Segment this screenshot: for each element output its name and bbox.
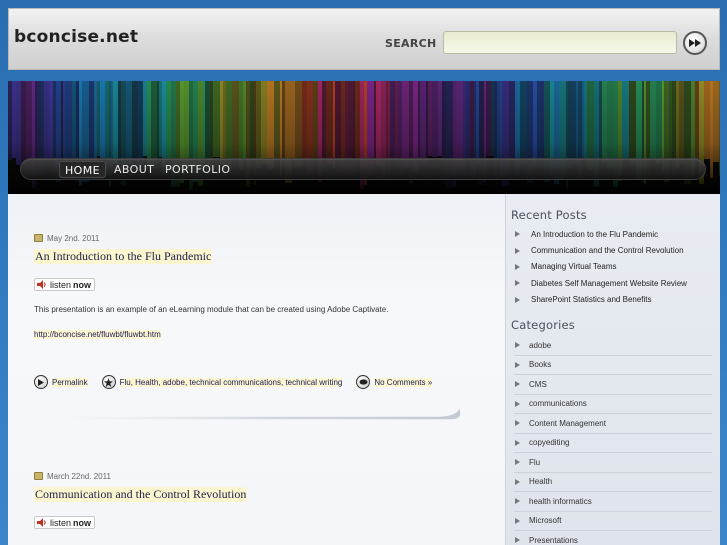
recent-post-item[interactable]: Managing Virtual Teams xyxy=(514,259,712,275)
category-item[interactable]: copyediting xyxy=(514,434,712,453)
post-meta: Permalink Flu, Health, adobe, technical … xyxy=(34,375,433,389)
star-icon xyxy=(101,375,116,389)
category-item[interactable]: Content Management xyxy=(514,414,712,434)
arrow-right-icon xyxy=(515,381,520,388)
category-item[interactable]: Health xyxy=(514,473,712,492)
fast-forward-icon xyxy=(689,39,701,47)
recent-post-item[interactable]: Diabetes Self Management Website Review xyxy=(514,275,712,291)
post-entry: March 22nd. 2011 Communication and the C… xyxy=(34,470,489,532)
category-item[interactable]: Microsoft xyxy=(514,512,712,531)
post-title[interactable]: An Introduction to the Flu Pandemic xyxy=(34,249,213,264)
listen-now-button[interactable]: listen now xyxy=(34,278,96,291)
arrow-right-icon xyxy=(515,361,520,368)
category-item[interactable]: Books xyxy=(514,356,712,375)
category-item[interactable]: health informatics xyxy=(514,492,712,512)
sidebar: Recent Posts An Introduction to the Flu … xyxy=(505,194,720,545)
calendar-icon xyxy=(34,472,43,480)
listen-bold-label: now xyxy=(73,517,92,528)
arrow-right-icon xyxy=(515,439,520,446)
post-url-link[interactable]: http://bconcise.net/fluwbt/fluwbt.htm xyxy=(34,330,161,339)
post-date: March 22nd. 2011 xyxy=(47,471,111,481)
category-item[interactable]: Presentations xyxy=(514,531,712,545)
play-icon xyxy=(34,375,48,389)
post-title[interactable]: Communication and the Control Revolution xyxy=(34,487,248,502)
header-banner: HOME ABOUT PORTFOLIO xyxy=(8,81,720,194)
recent-posts-heading: Recent Posts xyxy=(511,208,587,222)
search-input[interactable] xyxy=(443,31,677,54)
categories-list: adobe Books CMS communications Content M… xyxy=(514,336,712,545)
arrow-right-icon xyxy=(515,247,520,254)
categories-heading: Categories xyxy=(511,318,575,332)
recent-post-item[interactable]: Communication and the Control Revolution xyxy=(514,242,712,258)
nav-home[interactable]: HOME xyxy=(59,161,106,178)
arrow-right-icon xyxy=(515,296,520,303)
listen-now-button[interactable]: listen now xyxy=(34,516,96,529)
arrow-right-icon xyxy=(515,459,520,466)
post-tags[interactable]: Flu, Health, adobe, technical communicat… xyxy=(119,377,343,387)
site-header: bconcise.net SEARCH xyxy=(8,8,720,70)
calendar-icon xyxy=(34,234,43,242)
arrow-right-icon xyxy=(515,263,520,270)
arrow-right-icon xyxy=(515,342,520,349)
arrow-right-icon xyxy=(515,537,520,544)
arrow-right-icon xyxy=(515,498,520,505)
speaker-icon xyxy=(37,280,46,289)
listen-label: listen xyxy=(50,279,72,290)
category-item[interactable]: communications xyxy=(514,395,712,414)
nav-about[interactable]: ABOUT xyxy=(109,161,159,178)
search-label: SEARCH xyxy=(385,37,437,50)
post-entry: May 2nd. 2011 An Introduction to the Flu… xyxy=(34,232,489,389)
recent-post-item[interactable]: SharePoint Statistics and Benefits xyxy=(514,292,712,308)
permalink-link[interactable]: Permalink xyxy=(52,377,88,387)
nav-portfolio[interactable]: PORTFOLIO xyxy=(160,161,235,178)
search-button[interactable] xyxy=(683,31,707,55)
recent-post-item[interactable]: An Introduction to the Flu Pandemic xyxy=(514,226,712,242)
category-item[interactable]: adobe xyxy=(514,336,712,356)
comment-icon xyxy=(356,375,371,389)
comments-link[interactable]: No Comments » xyxy=(374,377,433,387)
post-divider xyxy=(63,409,461,420)
page: bconcise.net SEARCH HOME ABOUT PORTFOLIO… xyxy=(0,0,727,545)
recent-posts-list: An Introduction to the Flu Pandemic Comm… xyxy=(514,226,712,308)
listen-label: listen xyxy=(50,517,72,528)
site-title[interactable]: bconcise.net xyxy=(14,27,138,47)
category-item[interactable]: Flu xyxy=(514,453,712,473)
arrow-right-icon xyxy=(515,420,520,427)
speaker-icon xyxy=(37,518,46,527)
arrow-right-icon xyxy=(515,231,520,238)
arrow-right-icon xyxy=(515,517,520,524)
listen-bold-label: now xyxy=(73,279,92,290)
arrow-right-icon xyxy=(515,478,520,485)
post-date: May 2nd. 2011 xyxy=(47,233,100,243)
main-navigation: HOME ABOUT PORTFOLIO xyxy=(20,158,706,180)
category-item[interactable]: CMS xyxy=(514,375,712,395)
arrow-right-icon xyxy=(515,400,520,407)
arrow-right-icon xyxy=(515,280,520,287)
main-content: May 2nd. 2011 An Introduction to the Flu… xyxy=(8,194,505,545)
post-excerpt: This presentation is an example of an eL… xyxy=(34,305,389,314)
